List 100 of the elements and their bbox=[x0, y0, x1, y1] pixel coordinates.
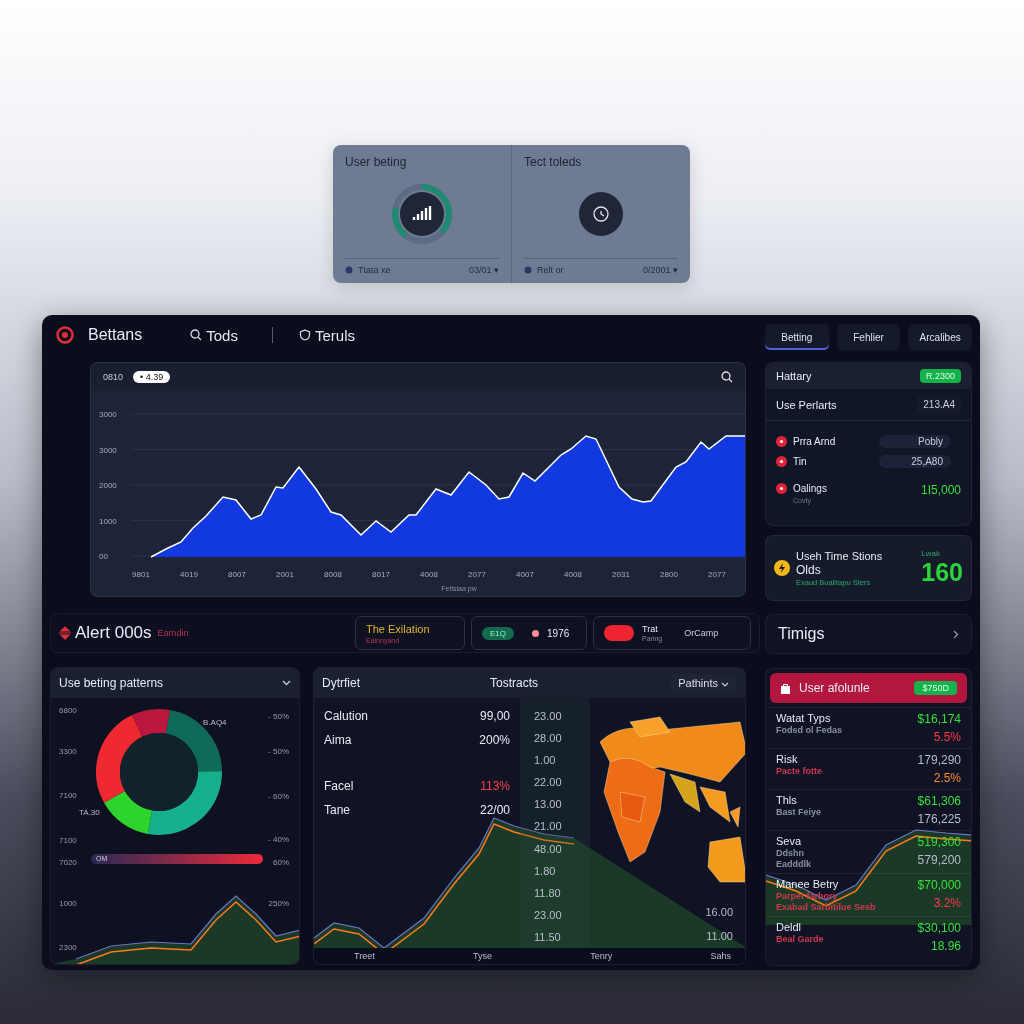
table-cell: 16.00 bbox=[705, 906, 733, 918]
row-label: Watat Typs bbox=[776, 712, 832, 724]
chevron-down-icon[interactable] bbox=[282, 680, 291, 686]
axis-label: 4019 bbox=[180, 570, 198, 579]
column-label: Sahs bbox=[710, 951, 731, 961]
axis-label: 8017 bbox=[372, 570, 390, 579]
axis-label: 8008 bbox=[324, 570, 342, 579]
table-cell: 11.00 bbox=[706, 930, 733, 942]
axis-label: 60% bbox=[273, 858, 289, 867]
status-value: 1976 bbox=[547, 627, 570, 639]
table-cell-text: 13.00 bbox=[533, 797, 563, 813]
value-badge: • 4.39 bbox=[133, 371, 171, 383]
status-dot-icon bbox=[532, 629, 539, 637]
card-title: User afolunle bbox=[799, 681, 870, 695]
nav-link[interactable]: Tods bbox=[190, 326, 238, 344]
card-title: Hattary bbox=[776, 370, 812, 382]
search-button[interactable] bbox=[721, 371, 733, 383]
tab[interactable]: Fehlier bbox=[836, 324, 901, 350]
big-value: 160 bbox=[921, 558, 963, 587]
footer-label: Relt or bbox=[537, 265, 564, 275]
table-cell-text: 48.00 bbox=[533, 841, 563, 857]
nav-link[interactable]: Teruls bbox=[298, 326, 355, 344]
panel-title: Dytrfiet bbox=[322, 676, 361, 690]
axis-label: 2077 bbox=[468, 570, 486, 579]
status-title: Trat bbox=[642, 624, 659, 634]
value-badge: $750D bbox=[914, 681, 957, 695]
row-label: Use Perlarts bbox=[776, 398, 837, 411]
row-value: 2.5% bbox=[933, 771, 961, 785]
dot-icon bbox=[345, 266, 353, 274]
row-value: $30,100 bbox=[917, 921, 961, 935]
chevron-down-icon bbox=[721, 682, 729, 687]
axis-label: 2300 bbox=[59, 943, 77, 952]
logo-icon bbox=[56, 326, 74, 344]
axis-label: - 40% bbox=[268, 835, 289, 844]
axis-label: 2001 bbox=[276, 570, 294, 579]
table-cell-text: 11.50 bbox=[533, 929, 562, 945]
clock-icon bbox=[578, 190, 624, 237]
row-value: 176,225 bbox=[917, 812, 961, 826]
row-label: Aima bbox=[324, 733, 352, 747]
status-icon bbox=[776, 435, 787, 447]
row-label: Facel bbox=[324, 779, 354, 793]
row-label: Prra Arnd bbox=[793, 435, 836, 447]
table-cell-text: 1.00 bbox=[533, 753, 557, 769]
status-icon bbox=[776, 455, 787, 467]
table-cell-text: 21.00 bbox=[533, 819, 563, 835]
panel-title: Use beting patterns bbox=[59, 676, 164, 690]
value-badge: R.2300 bbox=[919, 369, 961, 383]
column-label: Treet bbox=[354, 951, 375, 961]
row-value: $61,306 bbox=[917, 794, 961, 808]
row-value: $16,174 bbox=[917, 712, 961, 726]
card-subtitle: Olds bbox=[796, 562, 822, 577]
axis-label: - 60% bbox=[268, 792, 289, 801]
bolt-icon bbox=[774, 560, 790, 576]
card-title: Tect toleds bbox=[524, 155, 583, 169]
row-value: 200% bbox=[479, 733, 510, 747]
axis-label: 00 bbox=[99, 552, 108, 561]
row-label: Seva bbox=[776, 835, 803, 847]
row-label: Tane bbox=[324, 803, 351, 817]
axis-label: 8007 bbox=[228, 570, 246, 579]
row-value: 519,300 bbox=[917, 835, 961, 849]
alert-icon bbox=[59, 626, 71, 640]
shield-icon bbox=[298, 329, 311, 341]
axis-label: 2031 bbox=[612, 570, 630, 579]
row-note: Fodsd ol Fedas bbox=[776, 725, 842, 735]
timings-row[interactable]: Timigs bbox=[765, 614, 972, 654]
card-title: User beting bbox=[345, 155, 408, 169]
ring-gauge-drawing bbox=[390, 181, 454, 246]
chart-label: 0810 bbox=[103, 372, 124, 382]
bag-icon bbox=[780, 682, 791, 694]
row-label: Oalings bbox=[793, 483, 827, 494]
dropdown[interactable]: Pathints bbox=[670, 674, 737, 692]
table-cell-text: 28.00 bbox=[533, 731, 563, 747]
row-label: Timigs bbox=[778, 625, 825, 643]
axis-label: 4007 bbox=[516, 570, 534, 579]
alert-subtitle: Earndin bbox=[157, 628, 189, 638]
chart-label: TA.30 bbox=[79, 808, 100, 817]
table-cell-text: 1.80 bbox=[533, 863, 557, 879]
row-value: $70,000 bbox=[917, 878, 961, 892]
axis-label: 3000 bbox=[99, 410, 117, 419]
axis-label: 250% bbox=[268, 899, 289, 908]
toggle-switch[interactable] bbox=[604, 625, 634, 641]
value-badge: 213.A4 bbox=[917, 396, 961, 413]
row-label: Tin bbox=[793, 455, 807, 467]
tab[interactable]: Betting bbox=[765, 324, 829, 350]
axis-label: 4008 bbox=[420, 570, 438, 579]
row-note: Eadddlk bbox=[776, 859, 811, 869]
axis-label: 2077 bbox=[708, 570, 726, 579]
status-icon bbox=[776, 483, 787, 494]
axis-label: 6800 bbox=[59, 706, 77, 715]
axis-label: 7100 bbox=[59, 791, 77, 800]
alert-title: Alert 000s bbox=[75, 623, 152, 643]
axis-label: 1000 bbox=[99, 516, 117, 526]
tab[interactable]: Arcalibes bbox=[908, 324, 972, 350]
panel-subtitle: Tostracts bbox=[490, 676, 538, 690]
row-value: 22/00 bbox=[479, 803, 510, 817]
axis-label: 3000 bbox=[99, 445, 117, 455]
axis-label: 7020 bbox=[59, 858, 77, 867]
status-value: OrCamp bbox=[684, 628, 719, 638]
chart-label: B.AQ4 bbox=[203, 718, 227, 727]
axis-label: 1000 bbox=[59, 899, 77, 908]
